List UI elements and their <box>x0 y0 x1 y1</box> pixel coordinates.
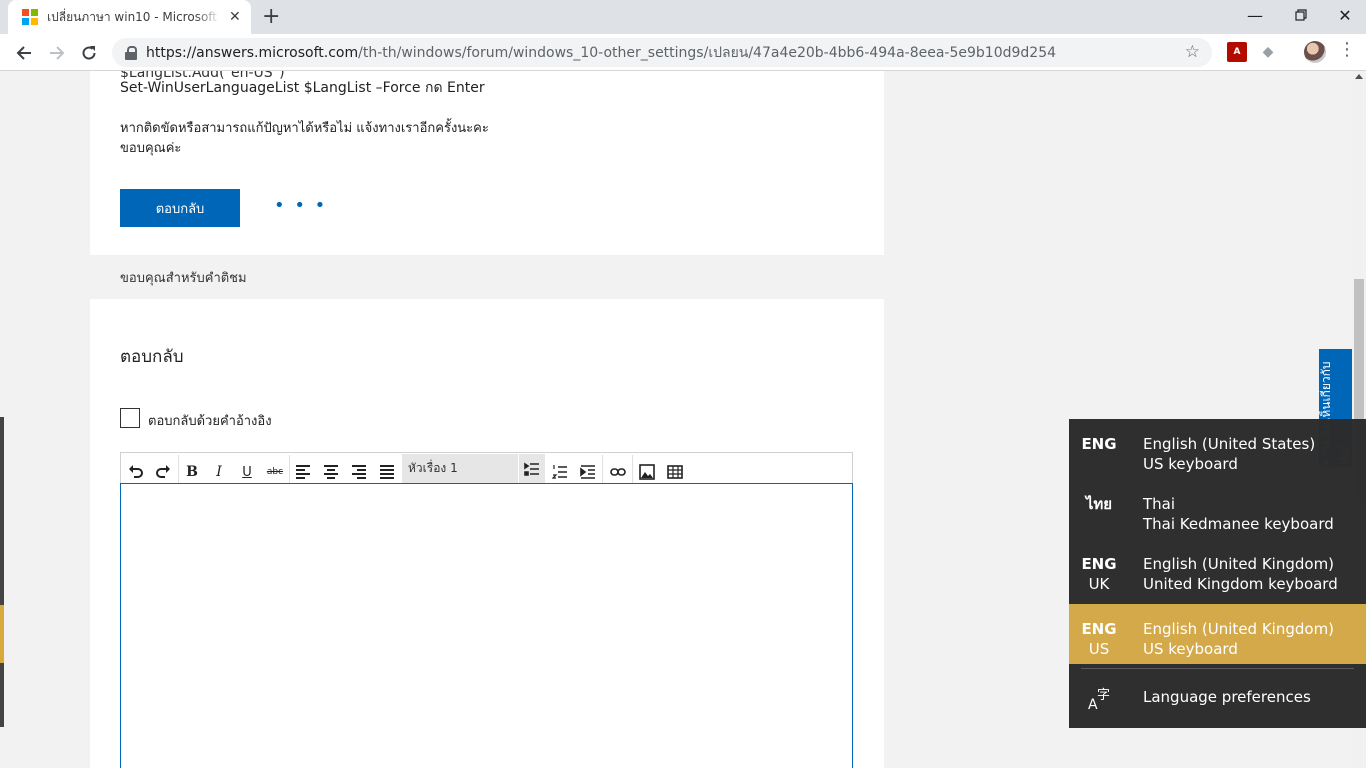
toolbar-separator <box>178 455 179 483</box>
underline-icon[interactable]: U <box>236 461 258 483</box>
svg-text:字: 字 <box>1097 688 1110 703</box>
answer-card: $LangList.Add("en-US") Set-WinUserLangua… <box>90 71 884 768</box>
language-name: English (United Kingdom) US keyboard <box>1143 620 1335 658</box>
scroll-up-arrow-icon[interactable] <box>1355 74 1363 79</box>
pdf-extension-icon[interactable]: A <box>1227 42 1247 62</box>
post-paragraph: หากติดขัดหรือสามารถแก้ปัญหาได้หรือไม่ แจ… <box>120 121 489 136</box>
post-signoff: ขอบคุณค่ะ <box>120 141 182 156</box>
browser-tabstrip: เปลี่ยนภาษา win10 - Microsoft Community … <box>0 0 1366 34</box>
align-right-icon[interactable] <box>348 461 370 483</box>
address-bar[interactable]: https://answers.microsoft.com/th-th/wind… <box>112 38 1212 67</box>
strikethrough-icon[interactable]: abc <box>264 461 286 483</box>
flyout-divider <box>1081 668 1354 669</box>
table-icon[interactable] <box>664 461 686 483</box>
language-item-en-gb-uk[interactable]: ENG UK English (United Kingdom) United Kin… <box>1069 539 1366 599</box>
toolbar-separator <box>632 455 633 483</box>
forward-icon[interactable] <box>44 40 70 66</box>
reload-icon[interactable] <box>76 40 102 66</box>
language-preferences-icon: A字 <box>1087 685 1113 713</box>
dropbox-extension-icon[interactable]: ◆ <box>1258 42 1278 62</box>
language-item-thai[interactable]: ไทย Thai Thai Kedmanee keyboard <box>1069 479 1366 539</box>
align-left-icon[interactable] <box>292 461 314 483</box>
editor-toolbar: B I U abc หัวเรื่อง 1 <box>120 452 853 484</box>
bulleted-list-icon[interactable] <box>519 454 545 484</box>
microsoft-logo-icon <box>22 9 38 25</box>
feedback-thanks-text: ขอบคุณสำหรับคำติชม <box>120 270 247 286</box>
language-abbr: ไทย <box>1085 495 1113 513</box>
reply-with-quote-checkbox[interactable] <box>120 408 140 428</box>
language-abbr: ENG UK <box>1081 555 1117 593</box>
language-preferences-link[interactable]: A字 Language preferences <box>1069 671 1366 723</box>
profile-avatar[interactable] <box>1304 41 1326 63</box>
align-center-icon[interactable] <box>320 461 342 483</box>
bookmark-star-icon[interactable]: ☆ <box>1185 42 1200 62</box>
language-name: English (United Kingdom) United Kingdom k… <box>1143 555 1338 593</box>
align-justify-icon[interactable] <box>376 461 398 483</box>
browser-toolbar: https://answers.microsoft.com/th-th/wind… <box>0 34 1366 71</box>
back-icon[interactable] <box>11 40 37 66</box>
post-command-line: Set-WinUserLanguageList $LangList –Force… <box>120 80 485 96</box>
more-options-button[interactable]: • • • <box>274 195 327 216</box>
language-name: English (United States) US keyboard <box>1143 435 1316 473</box>
redo-icon[interactable] <box>152 461 174 483</box>
lock-icon <box>124 45 138 60</box>
address-url: https://answers.microsoft.com/th-th/wind… <box>146 44 1057 61</box>
language-flyout: ENG English (United States) US keyboard ไ… <box>1069 419 1366 728</box>
paragraph-format-select[interactable]: หัวเรื่อง 1 <box>402 454 518 484</box>
italic-icon[interactable]: I <box>208 461 230 483</box>
language-abbr: ENG <box>1081 435 1117 453</box>
minimize-icon[interactable]: — <box>1232 0 1278 30</box>
tab-close-icon[interactable]: ✕ <box>229 9 241 25</box>
feedback-thanks-bar: ขอบคุณสำหรับคำติชม <box>90 255 884 299</box>
language-abbr: ENG US <box>1081 620 1117 658</box>
restore-icon[interactable] <box>1278 0 1324 30</box>
image-icon[interactable] <box>636 461 658 483</box>
language-item-en-us[interactable]: ENG English (United States) US keyboard <box>1069 419 1366 479</box>
language-item-en-gb-us-selected[interactable]: ENG US English (United Kingdom) US keyboar… <box>1069 604 1366 664</box>
tab-title: เปลี่ยนภาษา win10 - Microsoft Community <box>47 9 221 24</box>
toolbar-separator <box>602 455 603 483</box>
indent-icon[interactable] <box>577 461 599 483</box>
menu-icon[interactable]: ⋮ <box>1338 41 1356 59</box>
left-edge-accent <box>0 605 4 663</box>
new-tab-icon[interactable]: + <box>262 6 280 28</box>
reply-with-quote-label[interactable]: ตอบกลับด้วยคำอ้างอิง <box>148 410 272 431</box>
link-icon[interactable] <box>607 461 629 483</box>
reply-editor-area[interactable] <box>120 483 853 768</box>
bold-icon[interactable]: B <box>181 461 203 483</box>
toolbar-separator <box>289 455 290 483</box>
reply-button[interactable]: ตอบกลับ <box>120 189 240 227</box>
reply-heading: ตอบกลับ <box>120 347 184 367</box>
language-name: Thai Thai Kedmanee keyboard <box>1143 495 1334 533</box>
window-close-icon[interactable]: ✕ <box>1322 0 1366 30</box>
numbered-list-icon[interactable] <box>549 461 571 483</box>
language-preferences-label: Language preferences <box>1143 688 1311 706</box>
undo-icon[interactable] <box>125 461 147 483</box>
browser-tab[interactable]: เปลี่ยนภาษา win10 - Microsoft Community … <box>8 0 251 34</box>
left-edge-strip <box>0 417 4 727</box>
